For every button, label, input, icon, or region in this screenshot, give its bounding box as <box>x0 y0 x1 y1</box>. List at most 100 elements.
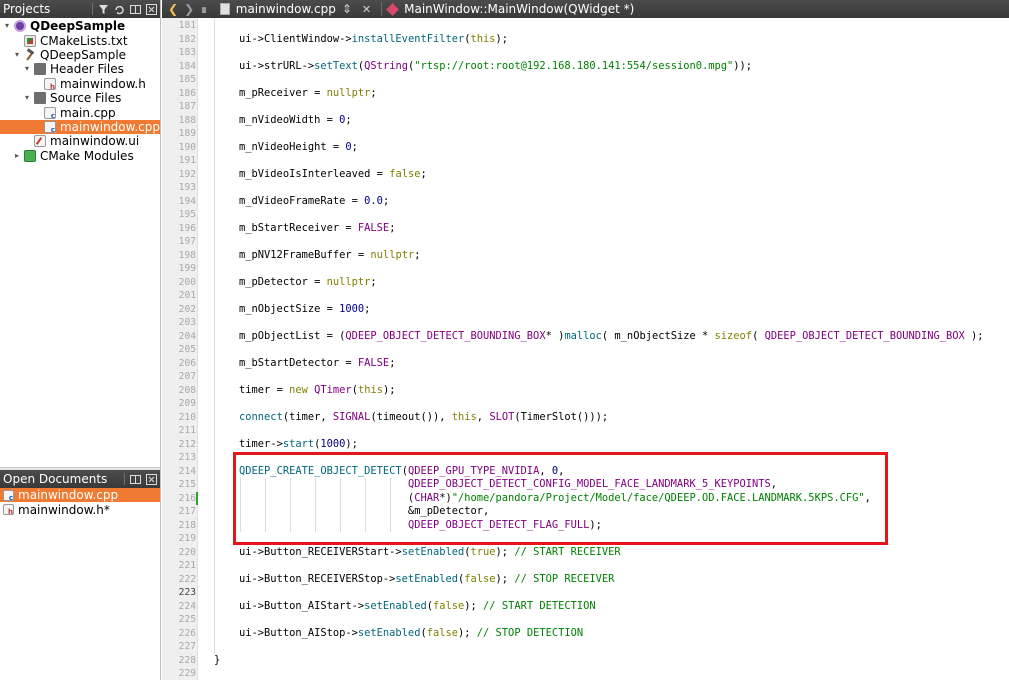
code-line[interactable]: m_nVideoWidth = 0; <box>214 114 352 128</box>
open-document-item[interactable]: mainwindow.cpp <box>0 488 160 503</box>
sync-icon[interactable] <box>114 4 125 15</box>
code-token: , <box>476 410 490 423</box>
line-number: 200 <box>178 276 196 288</box>
file-dropdown-icon[interactable]: ⇕ <box>342 2 352 16</box>
cpp-file-icon <box>43 120 56 134</box>
code-line[interactable]: ui->Button_AIStart->setEnabled(false); /… <box>214 600 596 614</box>
code-line[interactable]: connect(timer, SIGNAL(timeout()), this, … <box>214 411 608 425</box>
project-tree[interactable]: ▾ QDeepSample CMakeLists.txt ▾ QDeepSample ▾ H… <box>0 18 160 469</box>
code-token: ui-> <box>214 59 265 72</box>
code-line[interactable]: m_pObjectList = (QDEEP_OBJECT_DETECT_BOU… <box>214 330 984 344</box>
code-token: setText <box>314 59 358 72</box>
code-line[interactable]: m_nObjectSize = 1000; <box>214 303 370 317</box>
close-pane-icon[interactable] <box>146 473 157 485</box>
code-line[interactable]: ui->strURL->setText(QString("rtsp://root… <box>214 60 752 74</box>
code-token: )); <box>733 59 753 72</box>
code-token: timer <box>214 383 271 396</box>
code-token: -> <box>270 437 283 450</box>
code-line[interactable]: QDEEP_OBJECT_DETECT_FLAG_FULL); <box>214 519 602 533</box>
code-line[interactable]: &m_pDetector, <box>214 505 489 519</box>
split-icon[interactable] <box>130 4 141 15</box>
editor-toolbar: ❮ ❯ ∎ mainwindow.cpp ⇕ ✕ MainWindow::Mai… <box>162 0 1009 18</box>
filter-icon[interactable] <box>98 4 109 15</box>
code-editor[interactable]: ui->ClientWindow->installEventFilter(thi… <box>198 18 1009 680</box>
code-line[interactable]: m_nVideoHeight = 0; <box>214 141 358 155</box>
code-line[interactable]: m_bStartReceiver = FALSE; <box>214 222 395 236</box>
open-documents-header: Open Documents <box>0 470 160 488</box>
tree-item[interactable]: ▾ Source Files <box>0 91 160 105</box>
expand-arrow-icon[interactable]: ▾ <box>23 94 31 102</box>
code-token: // STOP RECEIVER <box>514 572 615 585</box>
back-arrow-icon[interactable]: ❮ <box>168 2 178 16</box>
tree-item[interactable]: mainwindow.ui <box>0 134 160 148</box>
code-line[interactable]: ui->ClientWindow->installEventFilter(thi… <box>214 33 508 47</box>
expand-arrow-icon[interactable]: ▾ <box>23 65 31 73</box>
code-line[interactable]: ui->Button_RECEIVERStop->setEnabled(fals… <box>214 573 614 587</box>
open-documents-title[interactable]: Open Documents <box>3 472 124 486</box>
code-token: setEnabled <box>357 626 421 639</box>
code-token: this <box>451 410 477 423</box>
code-line[interactable]: m_bStartDetector = FALSE; <box>214 357 395 371</box>
code-line[interactable]: timer->start(1000); <box>214 438 358 452</box>
code-line[interactable]: m_pReceiver = nullptr; <box>214 87 377 101</box>
tree-item[interactable]: ▾ QDeepSample <box>0 19 160 33</box>
line-number: 204 <box>178 330 196 342</box>
line-number: 191 <box>178 155 196 166</box>
open-document-item[interactable]: mainwindow.h* <box>0 502 160 517</box>
code-token: // STOP DETECTION <box>476 626 584 639</box>
code-line[interactable]: timer = new QTimer(this); <box>214 383 395 398</box>
code-line[interactable]: } <box>214 654 220 668</box>
function-selector[interactable]: MainWindow::MainWindow(QWidget *) <box>381 2 640 16</box>
close-file-icon[interactable]: ✕ <box>358 3 375 16</box>
file-tab[interactable]: mainwindow.cpp ⇕ ✕ <box>214 2 381 16</box>
line-number-gutter[interactable]: 181 182 183 184 185 186 187 188 189 190 191 192 193 1… <box>162 18 198 680</box>
line-number: 229 <box>178 668 196 679</box>
code-token: m_pNV12FrameBuffer <box>214 248 352 261</box>
code-token: timer <box>214 437 271 450</box>
indent-guide <box>265 478 266 532</box>
code-token: = <box>339 221 358 234</box>
line-number: 196 <box>178 222 196 234</box>
tree-item[interactable]: ▾ QDeepSample <box>0 48 160 62</box>
open-document-label: mainwindow.h* <box>18 502 110 517</box>
projects-panel-title[interactable]: Projects <box>3 2 92 16</box>
tree-item-label: QDeepSample <box>40 47 127 62</box>
close-pane-icon[interactable] <box>146 3 157 15</box>
tree-item[interactable]: ▸ CMake Modules <box>0 149 160 163</box>
left-sidebar: Projects ▾ QDeepSample CMakeLists.txt ▾ QDee… <box>0 0 161 680</box>
forward-arrow-icon[interactable]: ❯ <box>184 2 194 16</box>
tree-item[interactable]: mainwindow.cpp <box>0 119 160 135</box>
code-line[interactable]: QDEEP_OBJECT_DETECT_CONFIG_MODEL_FACE_LA… <box>214 478 777 492</box>
code-line[interactable]: (CHAR*)"/home/pandora/Project/Model/face… <box>214 492 871 506</box>
line-number: 188 <box>178 114 196 126</box>
code-line[interactable]: ui->Button_RECEIVERStart->setEnabled(tru… <box>214 546 621 560</box>
header-file-icon <box>3 504 14 516</box>
code-line[interactable]: ui->Button_AIStop->setEnabled(false); //… <box>214 627 583 641</box>
code-token: * ) <box>545 329 565 342</box>
cmake-file-icon <box>24 34 36 47</box>
tree-item[interactable]: ▾ Header Files <box>0 62 160 76</box>
code-line[interactable]: QDEEP_CREATE_OBJECT_DETECT(QDEEP_GPU_TYP… <box>214 465 564 479</box>
code-token: this <box>470 32 496 45</box>
tree-item[interactable]: CMakeLists.txt <box>0 33 160 48</box>
tree-item-label: mainwindow.cpp <box>59 119 160 134</box>
code-line[interactable]: m_pDetector = nullptr; <box>214 276 377 290</box>
code-token: ; <box>389 221 396 234</box>
expand-arrow-icon[interactable]: ▾ <box>3 22 11 30</box>
line-number: 206 <box>178 357 196 369</box>
split-icon[interactable] <box>130 474 141 485</box>
expand-arrow-icon[interactable]: ▾ <box>13 50 21 59</box>
code-token: SIGNAL <box>332 410 371 423</box>
code-line[interactable]: m_dVideoFrameRate = 0.0; <box>214 195 389 209</box>
code-token: Button_RECEIVERStart <box>264 545 390 558</box>
collapse-arrow-icon[interactable]: ▸ <box>13 151 21 160</box>
code-token: this <box>357 383 383 396</box>
tree-item[interactable]: main.cpp <box>0 105 160 120</box>
code-token: ; <box>345 113 352 126</box>
code-line[interactable]: m_bVideoIsInterleaved = false; <box>214 168 427 182</box>
tree-item[interactable]: mainwindow.h <box>0 77 160 91</box>
code-line[interactable]: m_pNV12FrameBuffer = nullptr; <box>214 249 420 263</box>
